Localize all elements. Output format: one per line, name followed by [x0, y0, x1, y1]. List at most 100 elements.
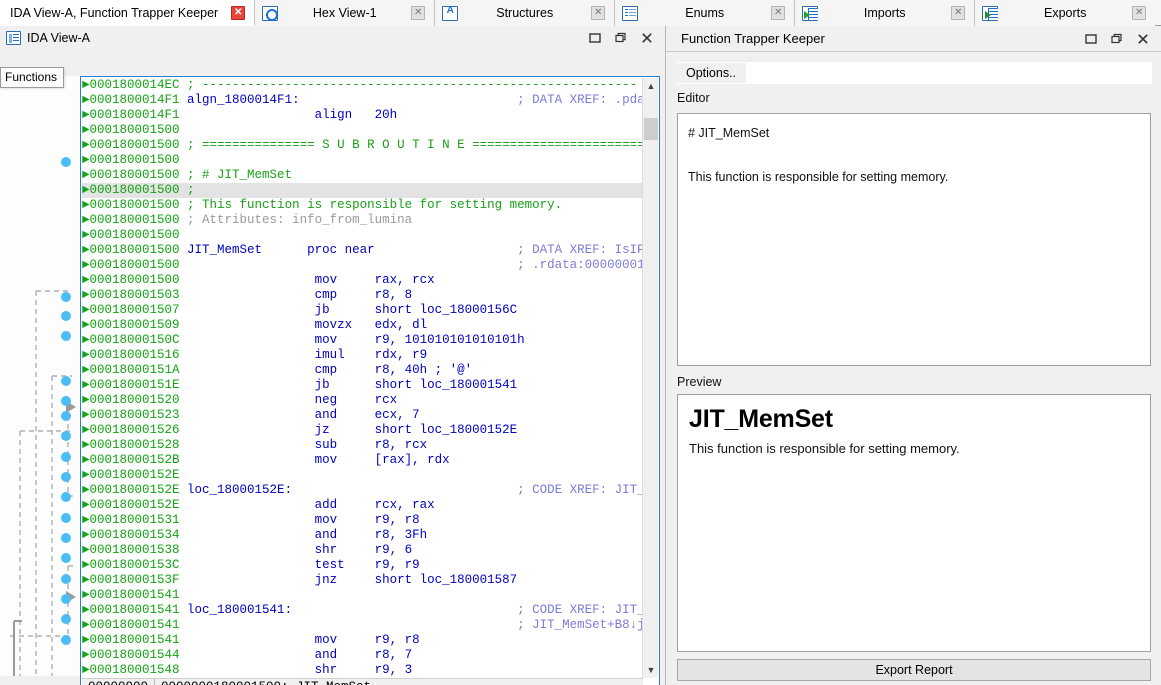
window-title: IDA View-A — [27, 31, 90, 45]
window-controls — [587, 30, 661, 46]
functions-subtab[interactable]: Functions — [0, 67, 65, 88]
disassembly-line[interactable]: ►000180001531 mov r9, r8 — [82, 513, 643, 528]
close-icon[interactable]: ✕ — [591, 6, 606, 20]
scroll-up-icon[interactable]: ▲ — [643, 78, 659, 94]
disassembly-line[interactable]: ►000180001507 jb short loc_18000156C — [82, 303, 643, 318]
tab-label: IDA View-A, Function Trapper Keeper — [10, 5, 219, 20]
ftk-titlebar: Function Trapper Keeper — [666, 26, 1161, 52]
options-menu-item[interactable]: Options.. — [676, 63, 747, 83]
close-icon[interactable]: ✕ — [771, 6, 786, 20]
ida-view-icon — [6, 31, 21, 45]
structures-icon — [442, 5, 459, 21]
disassembly-line[interactable]: ►000180001526 jz short loc_18000152E — [82, 423, 643, 438]
disassembly-line[interactable]: ►000180001500 ; .rdata:00000001807D80B0↓ — [82, 258, 643, 273]
close-icon[interactable]: ✕ — [1132, 6, 1147, 20]
disassembly-line[interactable]: ►00018000153F jnz short loc_180001587 — [82, 573, 643, 588]
tab-label: Structures — [496, 6, 554, 20]
tab-imports[interactable]: Imports ✕ — [795, 0, 976, 26]
imports-icon — [802, 5, 819, 21]
tab-ida-view-a[interactable]: IDA View-A, Function Trapper Keeper ✕ — [0, 0, 256, 26]
disassembly-line[interactable]: ►000180001500 JIT_MemSet proc near ; DAT… — [82, 243, 643, 258]
exports-icon — [982, 5, 999, 21]
disassembly-line[interactable]: ►00018000152E add rcx, rax — [82, 498, 643, 513]
window-title: Function Trapper Keeper — [681, 31, 825, 46]
tab-label: Hex View-1 — [312, 6, 377, 20]
tab-enums[interactable]: Enums ✕ — [615, 0, 796, 26]
disassembly-line[interactable]: ►000180001500 ; Attributes: info_from_lu… — [82, 213, 643, 228]
hex-view-icon — [262, 5, 279, 21]
editor-textarea[interactable]: # JIT_MemSet This function is responsibl… — [677, 113, 1151, 366]
disassembly-listing[interactable]: ►0001800014EC ; ------------------------… — [82, 78, 643, 678]
restore-icon[interactable] — [613, 30, 629, 46]
disassembly-line[interactable]: ►000180001500 — [82, 123, 643, 138]
disassembly-line[interactable]: ►00018000153C test r9, r9 — [82, 558, 643, 573]
minimize-icon[interactable] — [587, 30, 603, 46]
editor-label: Editor — [677, 91, 710, 105]
disassembly-line[interactable]: ►000180001509 movzx edx, dl — [82, 318, 643, 333]
disassembly-line[interactable]: ►000180001541 mov r9, r8 — [82, 633, 643, 648]
tab-label: Exports — [1044, 6, 1087, 20]
app-root: IDA View-A, Function Trapper Keeper ✕ He… — [0, 0, 1161, 685]
close-icon[interactable]: ✕ — [411, 6, 426, 20]
close-icon[interactable]: ✕ — [951, 6, 966, 20]
close-icon[interactable] — [639, 30, 655, 46]
preview-body: This function is responsible for setting… — [689, 441, 960, 456]
restore-icon[interactable] — [1109, 31, 1125, 47]
disassembly-line[interactable]: ►000180001500 — [82, 228, 643, 243]
disassembly-line[interactable]: ►000180001548 shr r9, 3 — [82, 663, 643, 678]
disassembly-line[interactable]: ►0001800014F1 algn_1800014F1: ; DATA XRE… — [82, 93, 643, 108]
disassembly-line[interactable]: ►000180001541 — [82, 588, 643, 603]
disassembly-line[interactable]: ►000180001541 loc_180001541: ; CODE XREF… — [82, 603, 643, 618]
ida-view-a-window: IDA View-A Functions ►0001800014EC ; ---… — [0, 26, 665, 685]
close-icon[interactable] — [1135, 31, 1151, 47]
disassembly-line[interactable]: ►000180001500 — [82, 153, 643, 168]
disassembly-statusbar: 00000900 0000000180001500: JIT_MemSet — [82, 678, 643, 685]
disassembly-line[interactable]: ►000180001534 and r8, 3Fh — [82, 528, 643, 543]
disassembly-line[interactable]: ►000180001528 sub r8, rcx — [82, 438, 643, 453]
vscroll-thumb[interactable] — [644, 118, 658, 140]
status-address: 0000000180001500: JIT_MemSet — [155, 679, 377, 685]
window-controls — [1083, 31, 1157, 47]
xref-dot-column — [61, 157, 71, 645]
disassembly-line[interactable]: ►000180001500 ; =============== S U B R … — [82, 138, 643, 153]
disassembly-line[interactable]: ►000180001541 ; JIT_MemSet+B8↓j ... — [82, 618, 643, 633]
disassembly-line[interactable]: ►00018000152E — [82, 468, 643, 483]
disassembly-line[interactable]: ►000180001538 shr r9, 6 — [82, 543, 643, 558]
disassembly-line[interactable]: ►00018000151E jb short loc_180001541 — [82, 378, 643, 393]
disassembly-line[interactable]: ►0001800014F1 align 20h — [82, 108, 643, 123]
preview-heading: JIT_MemSet — [689, 405, 833, 433]
preview-panel: JIT_MemSet This function is responsible … — [677, 394, 1151, 652]
disassembly-line[interactable]: ►000180001500 mov rax, rcx — [82, 273, 643, 288]
disassembly-line[interactable]: ►00018000152B mov [rax], rdx — [82, 453, 643, 468]
graph-arrows-gutter — [0, 76, 80, 676]
disassembly-vscrollbar[interactable]: ▲ ▼ — [642, 78, 658, 678]
enums-icon — [622, 5, 639, 21]
tab-hex-view-1[interactable]: Hex View-1 ✕ — [255, 0, 436, 26]
disassembly-line[interactable]: ►000180001503 cmp r8, 8 — [82, 288, 643, 303]
tab-label: Imports — [863, 6, 906, 20]
export-report-button[interactable]: Export Report — [677, 659, 1151, 681]
ftk-menubar: Options.. — [676, 62, 1152, 84]
preview-label: Preview — [677, 375, 722, 389]
disassembly-line[interactable]: ►000180001544 and r8, 7 — [82, 648, 643, 663]
tab-exports[interactable]: Exports ✕ — [975, 0, 1156, 26]
disassembly-line[interactable]: ►000180001520 neg rcx — [82, 393, 643, 408]
disassembly-line[interactable]: ►000180001500 ; — [82, 183, 643, 198]
disassembly-pane: ►0001800014EC ; ------------------------… — [80, 76, 660, 685]
tab-structures[interactable]: Structures ✕ — [435, 0, 616, 26]
ida-view-a-titlebar: IDA View-A — [0, 26, 665, 50]
disassembly-line[interactable]: ►000180001500 ; This function is respons… — [82, 198, 643, 213]
close-icon[interactable]: ✕ — [231, 5, 246, 20]
disassembly-line[interactable]: ►0001800014EC ; ------------------------… — [82, 78, 643, 93]
disassembly-line[interactable]: ►000180001516 imul rdx, r9 — [82, 348, 643, 363]
tab-label: Enums — [685, 6, 725, 20]
scroll-down-icon[interactable]: ▼ — [643, 662, 659, 678]
disassembly-line[interactable]: ►000180001523 and ecx, 7 — [82, 408, 643, 423]
minimize-icon[interactable] — [1083, 31, 1099, 47]
disassembly-line[interactable]: ►00018000150C mov r9, 101010101010101h — [82, 333, 643, 348]
disassembly-line[interactable]: ►000180001500 ; # JIT_MemSet — [82, 168, 643, 183]
disassembly-line[interactable]: ►00018000151A cmp r8, 40h ; '@' — [82, 363, 643, 378]
disassembly-line[interactable]: ►00018000152E loc_18000152E: ; CODE XREF… — [82, 483, 643, 498]
main-tab-strip: IDA View-A, Function Trapper Keeper ✕ He… — [0, 0, 1161, 26]
flow-arrows — [10, 157, 76, 676]
